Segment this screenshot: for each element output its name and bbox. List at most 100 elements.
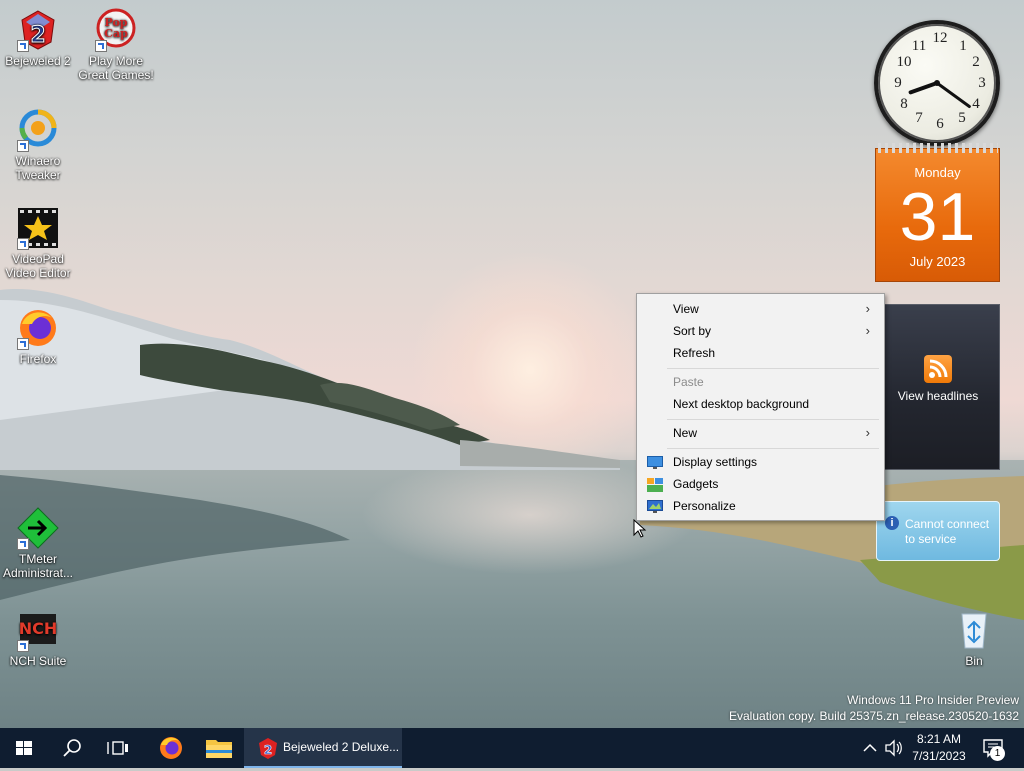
popcap-icon: Pop Cap — [94, 8, 138, 52]
info-icon: i — [885, 516, 899, 530]
calendar-month-year: July 2023 — [909, 254, 966, 269]
calendar-weekday: Monday — [914, 165, 961, 180]
shortcut-arrow-icon — [17, 238, 29, 250]
videopad-icon — [16, 206, 60, 250]
menu-item-label: View — [673, 302, 699, 316]
taskbar: 2 Bejeweled 2 Deluxe... 8:21 AM 7/31/202… — [0, 728, 1024, 768]
folder-icon — [206, 740, 232, 758]
desktop-icon-videopad[interactable]: VideoPad Video Editor — [0, 206, 76, 280]
bejeweled-icon: 2 — [259, 738, 277, 759]
weather-status-line: Cannot connect — [905, 517, 990, 531]
menu-item-view[interactable]: View › — [639, 298, 882, 320]
desktop-icon-popcap[interactable]: Pop Cap Play More Great Games! — [78, 8, 154, 82]
taskbar-app-title: Bejeweled 2 Deluxe... — [283, 740, 400, 754]
svg-text:2: 2 — [30, 23, 45, 48]
watermark-edition: Windows 11 Pro Insider Preview — [847, 693, 1019, 707]
speaker-icon — [885, 739, 902, 757]
chevron-right-icon: › — [865, 425, 870, 440]
volume-button[interactable] — [882, 728, 904, 768]
menu-item-label: Sort by — [673, 324, 712, 338]
task-view-icon — [107, 741, 128, 755]
taskbar-time: 8:21 AM — [916, 732, 962, 746]
bejeweled-icon: 2 — [16, 8, 60, 52]
menu-item-display-settings[interactable]: Display settings — [639, 451, 882, 473]
desktop-icon-winaero[interactable]: Winaero Tweaker — [0, 108, 76, 182]
clock-hands — [908, 80, 971, 109]
notification-count-badge: 1 — [990, 746, 1005, 761]
desktop-icon-label: Winaero Tweaker — [15, 154, 61, 182]
chevron-up-icon — [863, 743, 877, 752]
calendar-day: 31 — [899, 179, 976, 255]
menu-item-refresh[interactable]: Refresh — [639, 342, 882, 364]
desktop-icon-bejeweled[interactable]: 2 Bejeweled 2 — [0, 8, 76, 68]
menu-item-sort-by[interactable]: Sort by › — [639, 320, 882, 342]
desktop-icon-label: TMeter Administrat... — [2, 552, 74, 580]
menu-item-label: Display settings — [673, 455, 758, 469]
taskbar-clock[interactable]: 8:21 AM 7/31/2023 — [904, 731, 974, 765]
action-center-button[interactable]: 1 — [978, 728, 1018, 768]
taskbar-bejeweled[interactable]: 2 Bejeweled 2 Deluxe... — [244, 728, 402, 768]
gadgets-icon — [647, 477, 663, 492]
display-icon — [647, 455, 663, 469]
desktop-icon-label: Bejeweled 2 — [5, 54, 71, 68]
nch-icon: NCH — [16, 608, 60, 652]
menu-item-personalize[interactable]: Personalize — [639, 495, 882, 517]
desktop-icon-label: NCH Suite — [9, 654, 67, 668]
menu-item-new[interactable]: New › — [639, 422, 882, 444]
weather-status-line: to service — [905, 532, 957, 546]
desktop-icon-label: Play More Great Games! — [78, 54, 154, 82]
desktop-icon-tmeter[interactable]: TMeter Administrat... — [0, 506, 76, 580]
menu-item-label: Paste — [673, 375, 704, 389]
shortcut-arrow-icon — [17, 338, 29, 350]
menu-separator — [667, 419, 879, 420]
desktop-icon-label: VideoPad Video Editor — [5, 252, 71, 280]
menu-item-paste: Paste — [639, 371, 882, 393]
calendar-rings — [878, 143, 998, 153]
show-hidden-icons-button[interactable] — [860, 728, 880, 768]
menu-item-label: Refresh — [673, 346, 716, 360]
menu-item-next-desktop-background[interactable]: Next desktop background — [639, 393, 882, 415]
desktop-icon-label: Bin — [965, 654, 983, 668]
view-headlines-link[interactable]: View headlines — [877, 389, 999, 403]
svg-text:Cap: Cap — [104, 27, 128, 40]
search-icon — [63, 739, 81, 757]
shortcut-arrow-icon — [17, 640, 29, 652]
search-button[interactable] — [48, 728, 96, 768]
mouse-cursor-icon — [633, 519, 647, 538]
calendar-gadget[interactable]: Monday 31 July 2023 — [875, 143, 1000, 282]
desktop-icon-label: Firefox — [19, 352, 57, 366]
taskbar-file-explorer[interactable] — [196, 728, 242, 768]
firefox-icon — [160, 737, 182, 759]
menu-item-label: Next desktop background — [673, 397, 810, 411]
taskbar-firefox[interactable] — [148, 728, 194, 768]
desktop-icon-recycle-bin[interactable]: Bin — [936, 608, 1012, 668]
desktop-context-menu: View › Sort by › Refresh Paste Next desk… — [636, 293, 885, 521]
feed-headlines-gadget[interactable]: View headlines — [876, 304, 1000, 470]
desktop-icon-firefox[interactable]: Firefox — [0, 306, 76, 366]
weather-gadget[interactable]: i Cannot connect to service — [876, 501, 1000, 561]
windows-logo-icon — [16, 741, 32, 755]
watermark-build: Evaluation copy. Build 25375.zn_release.… — [729, 709, 1019, 723]
shortcut-arrow-icon — [17, 140, 29, 152]
menu-item-gadgets[interactable]: Gadgets — [639, 473, 882, 495]
winaero-icon — [16, 108, 60, 152]
taskbar-date: 7/31/2023 — [912, 749, 966, 763]
shortcut-arrow-icon — [95, 40, 107, 52]
firefox-icon — [16, 306, 60, 350]
shortcut-arrow-icon — [17, 40, 29, 52]
clock-gadget[interactable]: 12 1 2 3 4 5 6 7 8 9 10 11 — [874, 20, 1000, 146]
menu-item-label: Gadgets — [673, 477, 719, 491]
menu-item-label: Personalize — [673, 499, 736, 513]
svg-text:2: 2 — [264, 743, 272, 757]
personalize-icon — [647, 499, 663, 513]
menu-item-label: New — [673, 426, 698, 440]
svg-text:NCH: NCH — [19, 619, 58, 638]
shortcut-arrow-icon — [17, 538, 29, 550]
tmeter-icon — [16, 506, 60, 550]
chevron-right-icon: › — [865, 323, 870, 338]
rss-icon — [924, 355, 952, 383]
recycle-bin-icon — [952, 608, 996, 652]
task-view-button[interactable] — [96, 728, 144, 768]
desktop-icon-nch[interactable]: NCH NCH Suite — [0, 608, 76, 668]
start-button[interactable] — [0, 728, 48, 768]
